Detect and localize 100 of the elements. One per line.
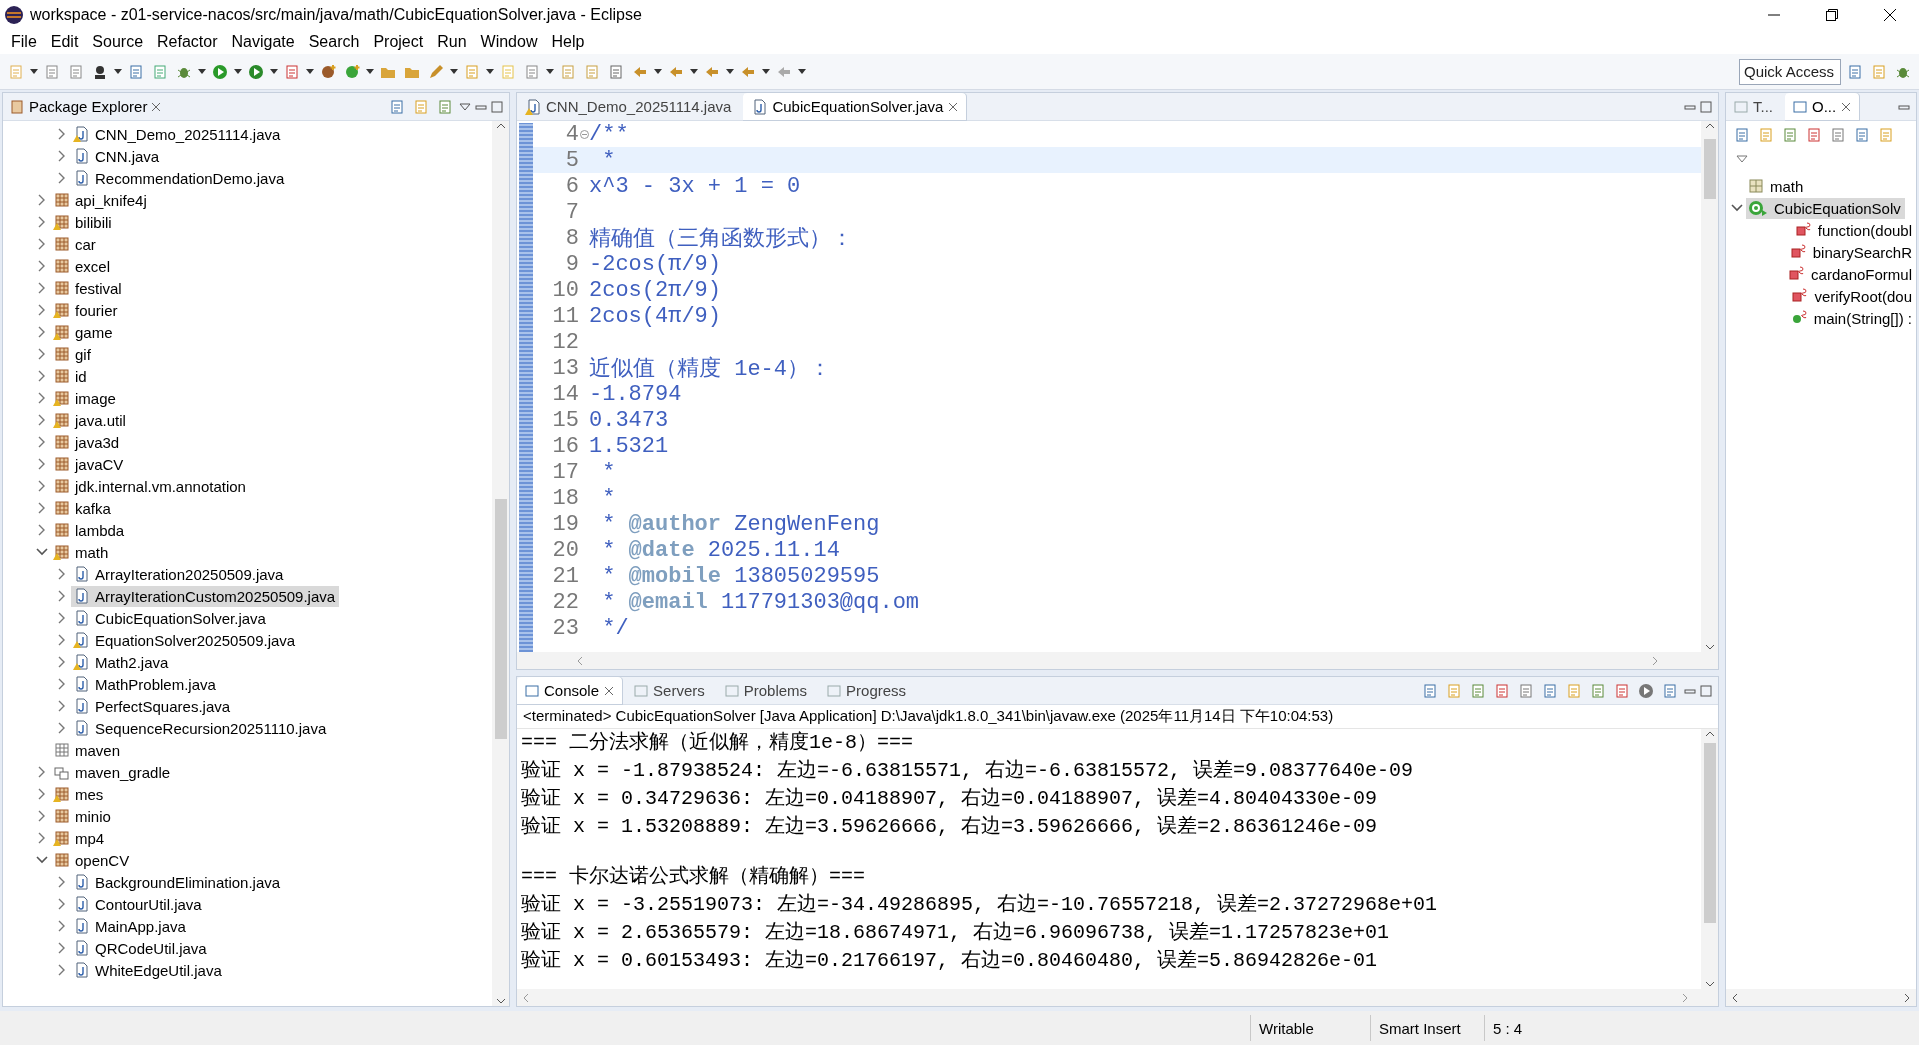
tree-item[interactable]: maven_gradle [51, 761, 175, 783]
view-tab[interactable]: Progress [819, 676, 915, 705]
quick-access-field[interactable]: Quick Access [1739, 58, 1841, 85]
tree-item[interactable]: openCV [51, 849, 134, 871]
tree-item[interactable]: MainApp.java [71, 915, 190, 937]
tree-item[interactable]: mes [51, 783, 108, 805]
tree-item[interactable]: MathProblem.java [71, 673, 220, 695]
scroll-thumb[interactable] [494, 499, 507, 739]
chevron-right-icon [38, 348, 46, 360]
menu-item[interactable]: Refactor [150, 33, 225, 51]
tree-item[interactable]: excel [51, 255, 115, 277]
java-file-icon [73, 720, 89, 736]
view-icon [1793, 99, 1807, 114]
outline-item[interactable]: function(doubl [1793, 219, 1916, 241]
tree-item[interactable]: SequenceRecursion20251110.java [71, 717, 331, 739]
console-header: <terminated> CubicEquationSolver [Java Application] D:\Java\jdk1.8.0_341\bin\javaw.exe (2025年11月14日 下午10:04:53) [517, 705, 1718, 729]
menu-item[interactable]: Edit [43, 33, 86, 51]
menu-item[interactable]: Source [85, 33, 151, 51]
tree-item[interactable]: javaCV [51, 453, 128, 475]
horizontal-scrollbar[interactable] [517, 652, 1718, 669]
tree-item[interactable]: RecommendationDemo.java [71, 167, 289, 189]
tree-item[interactable]: java.util [51, 409, 130, 431]
tree-item[interactable]: jdk.internal.vm.annotation [51, 475, 250, 497]
scrollbar[interactable] [1701, 729, 1718, 989]
tree-item[interactable]: image [51, 387, 120, 409]
tree-item[interactable]: festival [51, 277, 126, 299]
horizontal-scrollbar[interactable] [517, 989, 1718, 1006]
tree-item[interactable]: gif [51, 343, 95, 365]
tree-item[interactable]: math [51, 541, 113, 563]
outline-item[interactable]: math [1746, 175, 1808, 197]
scrollbar[interactable] [492, 121, 509, 1006]
tree-item[interactable]: QRCodeUtil.java [71, 937, 211, 959]
tree-item[interactable]: api_knife4j [51, 189, 151, 211]
line-number: 13 [551, 355, 579, 381]
tree-item[interactable]: CubicEquationSolver.java [71, 607, 270, 629]
tree-item[interactable]: WhiteEdgeUtil.java [71, 959, 226, 981]
tree-item[interactable]: ArrayIterationCustom20250509.java [71, 585, 340, 607]
package-icon [53, 346, 69, 362]
line-number: 19 [551, 511, 579, 537]
code-line: 近似值（精度 1e-4）： [589, 355, 831, 383]
menu-item[interactable]: File [4, 33, 44, 51]
view-tab[interactable]: T... [1726, 93, 1781, 121]
outline-item[interactable]: verifyRoot(dou [1790, 285, 1916, 307]
outline-item[interactable]: main(String[]) : [1789, 307, 1916, 329]
tree-item[interactable]: kafka [51, 497, 115, 519]
private-method-icon [1789, 266, 1806, 282]
tree-item[interactable]: minio [51, 805, 115, 827]
view-icon [724, 683, 739, 698]
view-tab[interactable]: Console [517, 676, 623, 705]
tree-item[interactable]: java3d [51, 431, 124, 453]
tree-item[interactable]: EquationSolver20250509.java [71, 629, 300, 651]
console-line: 验证 x = 0.60153493: 左边=0.21766197, 右边=0.80460480, 误差=5.86942826e-01 [521, 948, 1379, 974]
dropdown-caret-icon [690, 69, 698, 74]
package-icon [53, 786, 69, 802]
tree-item[interactable]: id [51, 365, 91, 387]
scroll-thumb[interactable] [1703, 743, 1716, 923]
package-icon [53, 390, 69, 406]
view-icon [634, 683, 649, 698]
dropdown-caret-icon [726, 69, 734, 74]
view-tab[interactable]: Servers [626, 676, 713, 705]
dropdown-caret-icon [114, 69, 122, 74]
outline-item[interactable]: cardanoFormul [1787, 263, 1916, 285]
tree-item[interactable]: car [51, 233, 100, 255]
tree-item[interactable]: PerfectSquares.java [71, 695, 235, 717]
editor-tab[interactable]: CNN_Demo_20251114.java [517, 92, 740, 121]
tree-item[interactable]: CNN.java [71, 145, 164, 167]
tree-item[interactable]: BackgroundElimination.java [71, 871, 285, 893]
code-line: x^3 - 3x + 1 = 0 [589, 173, 801, 199]
tree-item[interactable]: lambda [51, 519, 129, 541]
tree-item[interactable]: mp4 [51, 827, 109, 849]
line-number: 16 [551, 433, 579, 459]
line-number: 9 [564, 251, 579, 277]
tree-item[interactable]: maven [51, 739, 125, 761]
dropdown-caret-icon [450, 69, 458, 74]
menu-item[interactable]: Project [366, 33, 431, 51]
tree-item[interactable]: CNN_Demo_20251114.java [71, 123, 285, 145]
menu-item[interactable]: Run [430, 33, 474, 51]
tree-item[interactable]: ArrayIteration20250509.java [71, 563, 288, 585]
menu-item[interactable]: Window [473, 33, 545, 51]
scrollbar[interactable] [1701, 121, 1718, 652]
view-tab[interactable]: O... [1785, 93, 1860, 121]
tree-item[interactable]: ContourUtil.java [71, 893, 206, 915]
editor-tab[interactable]: CubicEquationSolver.java [743, 92, 967, 121]
line-number: 8 [564, 225, 579, 251]
close-icon [1841, 101, 1852, 112]
outline-item[interactable]: CubicEquationSolv [1746, 197, 1905, 219]
horizontal-scrollbar[interactable] [1726, 989, 1916, 1006]
tree-item[interactable]: bilibili [51, 211, 116, 233]
tree-item[interactable]: game [51, 321, 117, 343]
package-icon [53, 830, 69, 846]
code-line: *@email 117791303@qq.om [601, 589, 920, 615]
console-line: 验证 x = 0.34729636: 左边=0.04188907, 右边=0.04188907, 误差=4.80404330e-09 [521, 786, 1379, 812]
scroll-thumb[interactable] [1703, 139, 1716, 199]
tree-item[interactable]: fourier [51, 299, 122, 321]
menu-item[interactable]: Search [301, 33, 367, 51]
menu-item[interactable]: Help [544, 33, 592, 51]
outline-item[interactable]: binarySearchR [1788, 241, 1916, 263]
menu-item[interactable]: Navigate [224, 33, 302, 51]
view-tab[interactable]: Problems [716, 676, 816, 705]
tree-item[interactable]: Math2.java [71, 651, 173, 673]
